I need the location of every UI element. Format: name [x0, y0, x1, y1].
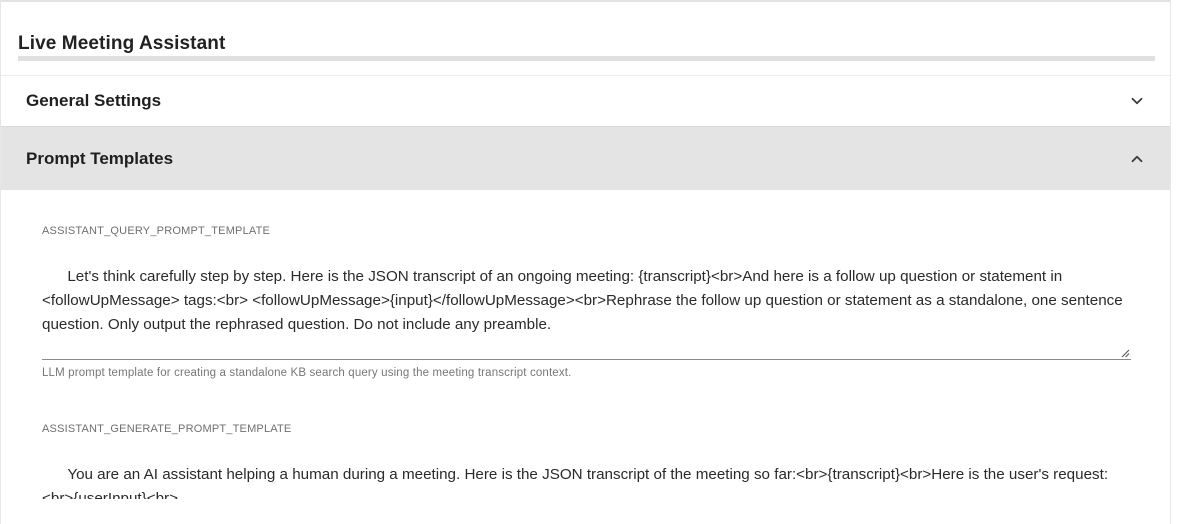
- generate-prompt-template-field: ASSISTANT_GENERATE_PROMPT_TEMPLATE You a…: [42, 422, 1131, 499]
- generate-prompt-value: You are an AI assistant helping a human …: [42, 466, 1109, 499]
- chevron-up-icon: [1128, 150, 1146, 168]
- field-label-query-prompt: ASSISTANT_QUERY_PROMPT_TEMPLATE: [42, 225, 271, 237]
- resize-handle-icon[interactable]: [1120, 348, 1130, 358]
- top-border: [1, 0, 1170, 2]
- section-prompt-templates[interactable]: Prompt Templates: [1, 127, 1170, 190]
- query-prompt-helper-text: LLM prompt template for creating a stand…: [42, 367, 572, 379]
- page-header: Live Meeting Assistant: [18, 33, 1155, 61]
- section-label-prompt-templates: Prompt Templates: [26, 148, 174, 168]
- chevron-down-icon: [1128, 92, 1146, 110]
- field-label-generate-prompt: ASSISTANT_GENERATE_PROMPT_TEMPLATE: [42, 423, 292, 435]
- generate-prompt-textarea[interactable]: You are an AI assistant helping a human …: [42, 439, 1131, 499]
- section-general-settings[interactable]: General Settings: [1, 75, 1170, 127]
- settings-panel: Live Meeting Assistant General Settings …: [0, 0, 1171, 524]
- query-prompt-template-field: ASSISTANT_QUERY_PROMPT_TEMPLATE Let's th…: [42, 224, 1131, 379]
- section-label-general-settings: General Settings: [26, 91, 162, 110]
- page-title: Live Meeting Assistant: [18, 33, 226, 54]
- query-prompt-textarea[interactable]: Let's think carefully step by step. Here…: [42, 241, 1131, 360]
- query-prompt-value: Let's think carefully step by step. Here…: [42, 268, 1127, 333]
